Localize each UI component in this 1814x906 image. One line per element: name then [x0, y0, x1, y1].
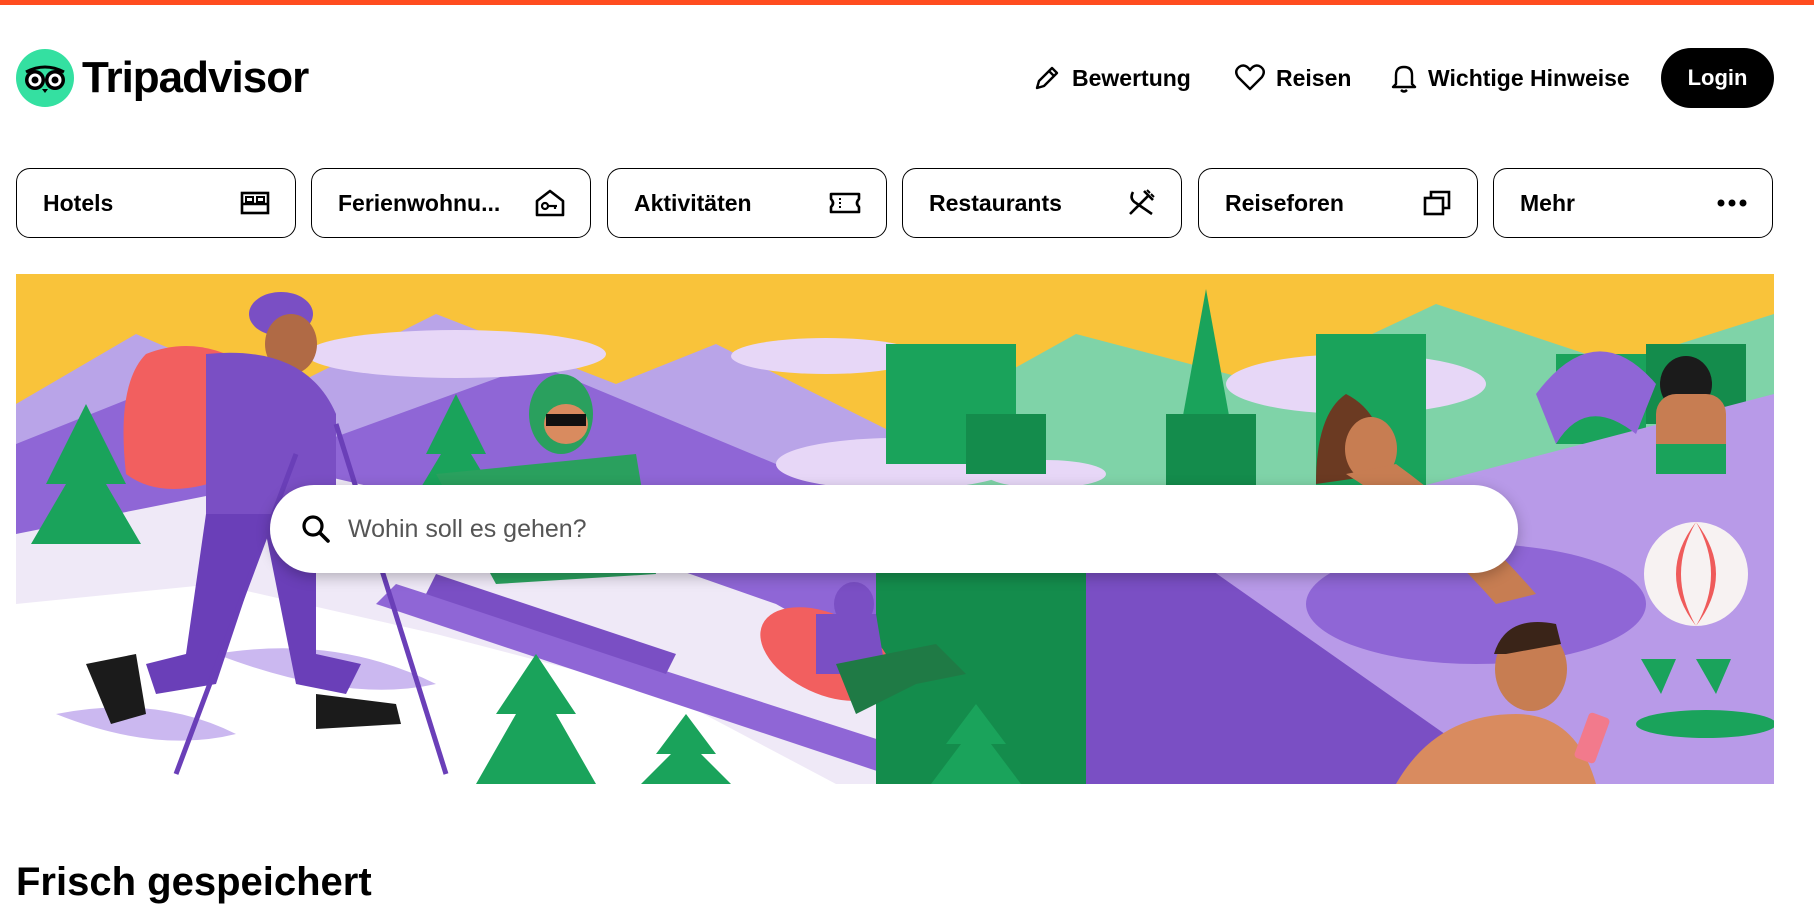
search-icon	[302, 515, 330, 543]
ticket-icon	[829, 192, 861, 214]
category-label: Restaurants	[929, 189, 1062, 216]
section-title: Frisch gespeichert	[16, 860, 372, 904]
bed-icon	[240, 191, 270, 215]
tripadvisor-logo[interactable]: Tripadvisor	[16, 48, 309, 108]
category-more[interactable]: Mehr	[1493, 168, 1773, 238]
category-label: Ferienwohnu...	[338, 189, 501, 216]
more-dots-icon	[1717, 199, 1747, 207]
category-hotels[interactable]: Hotels	[16, 168, 296, 238]
owl-eyes-icon	[16, 49, 74, 107]
logo-wordmark: Tripadvisor	[82, 53, 309, 102]
pencil-icon	[1035, 66, 1059, 90]
nav-trips[interactable]: Reisen	[1234, 48, 1351, 108]
search-placeholder: Wohin soll es gehen?	[348, 514, 587, 543]
heart-icon	[1235, 64, 1265, 91]
category-forums[interactable]: Reiseforen	[1198, 168, 1478, 238]
category-restaurants[interactable]: Restaurants	[902, 168, 1182, 238]
category-vacation-rentals[interactable]: Ferienwohnu...	[311, 168, 591, 238]
house-key-icon	[535, 189, 565, 217]
search-input[interactable]: Wohin soll es gehen?	[270, 485, 1518, 573]
login-button[interactable]: Login	[1661, 48, 1774, 108]
category-activities[interactable]: Aktivitäten	[607, 168, 887, 238]
nav-review[interactable]: Bewertung	[1032, 48, 1191, 108]
nav-alerts-label: Wichtige Hinweise	[1428, 64, 1630, 91]
nav-trips-label: Reisen	[1276, 64, 1352, 91]
nav-review-label: Bewertung	[1072, 64, 1191, 91]
bell-icon	[1391, 65, 1417, 93]
category-label: Aktivitäten	[634, 189, 752, 216]
category-label: Reiseforen	[1225, 189, 1344, 216]
nav-alerts[interactable]: Wichtige Hinweise	[1390, 48, 1630, 108]
category-label: Mehr	[1520, 189, 1575, 216]
fork-knife-icon	[1129, 189, 1155, 216]
category-label: Hotels	[43, 189, 114, 216]
brand-top-bar	[0, 0, 1814, 5]
chat-bubbles-icon	[1423, 190, 1451, 216]
